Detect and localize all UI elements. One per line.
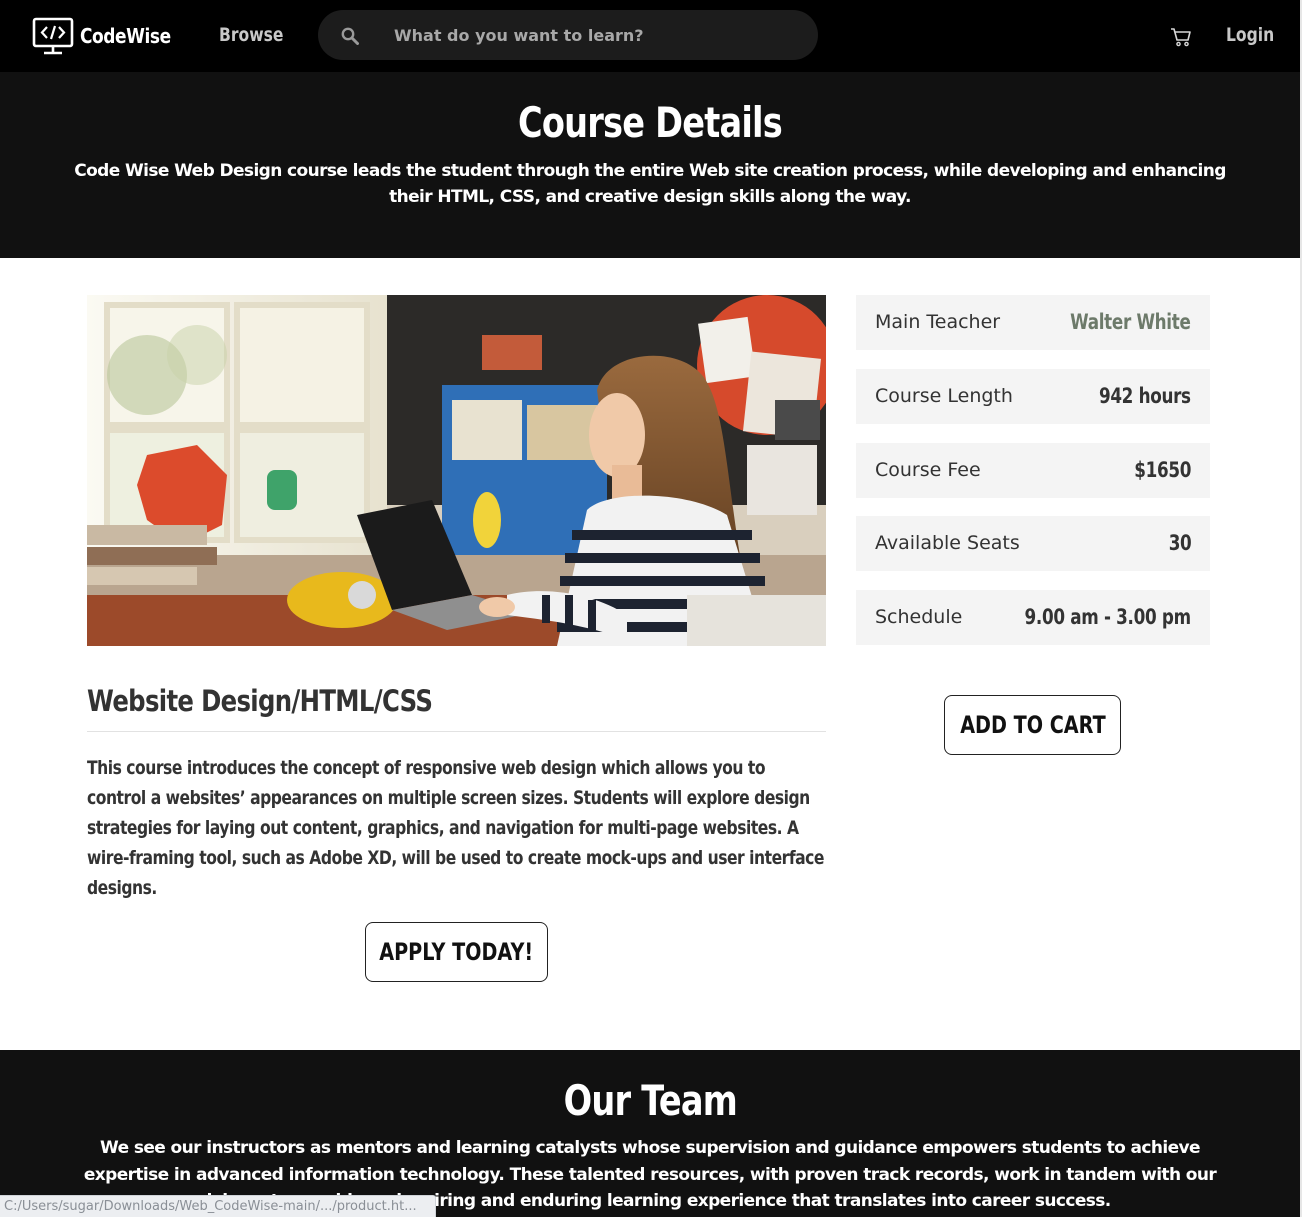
monitor-code-icon [32, 17, 74, 55]
course-title: Website Design/HTML/CSS [87, 684, 433, 718]
navbar: CodeWise Browse Login [0, 0, 1302, 72]
info-row-course-fee: Course Fee $1650 [856, 443, 1210, 498]
info-row-schedule: Schedule 9.00 am - 3.00 pm [856, 590, 1210, 645]
info-label: Available Seats [875, 532, 1020, 554]
team-title: Our Team [563, 1076, 737, 1125]
search-bar[interactable] [318, 10, 818, 60]
nav-browse-link[interactable]: Browse [219, 24, 283, 46]
search-input[interactable] [394, 24, 794, 46]
hero-subtitle: Code Wise Web Design course leads the st… [74, 161, 1226, 207]
course-description: This course introduces the concept of re… [87, 757, 824, 899]
page-title: Course Details [518, 98, 783, 147]
info-value: 942 hours [1099, 384, 1191, 408]
info-label: Schedule [875, 606, 963, 628]
info-row-main-teacher: Main Teacher Walter White [856, 295, 1210, 350]
course-image [87, 295, 826, 646]
info-row-course-length: Course Length 942 hours [856, 369, 1210, 424]
info-label: Course Length [875, 385, 1013, 407]
browser-status-bar: C:/Users/sugar/Downloads/Web_CodeWise-ma… [0, 1195, 436, 1217]
cart-icon[interactable] [1170, 26, 1192, 48]
brand-name: CodeWise [80, 24, 171, 48]
nav-login-link[interactable]: Login [1226, 24, 1274, 46]
info-value: 30 [1168, 531, 1191, 555]
apply-today-button[interactable]: APPLY TODAY! [365, 922, 548, 982]
info-value: $1650 [1134, 458, 1191, 482]
our-team-section: Our Team We see our instructors as mento… [0, 1050, 1300, 1217]
teacher-name-link[interactable]: Walter White [1071, 310, 1192, 334]
course-details-hero: Course Details Code Wise Web Design cour… [0, 72, 1300, 258]
search-icon [341, 27, 359, 45]
info-value: 9.00 am - 3.00 pm [1024, 605, 1192, 629]
info-row-available-seats: Available Seats 30 [856, 516, 1210, 571]
divider [87, 731, 826, 732]
brand-logo[interactable]: CodeWise [32, 17, 187, 55]
add-to-cart-button[interactable]: ADD TO CART [944, 695, 1121, 755]
info-label: Course Fee [875, 459, 981, 481]
info-label: Main Teacher [875, 311, 1001, 333]
woman-working-on-laptop-image [87, 295, 826, 646]
